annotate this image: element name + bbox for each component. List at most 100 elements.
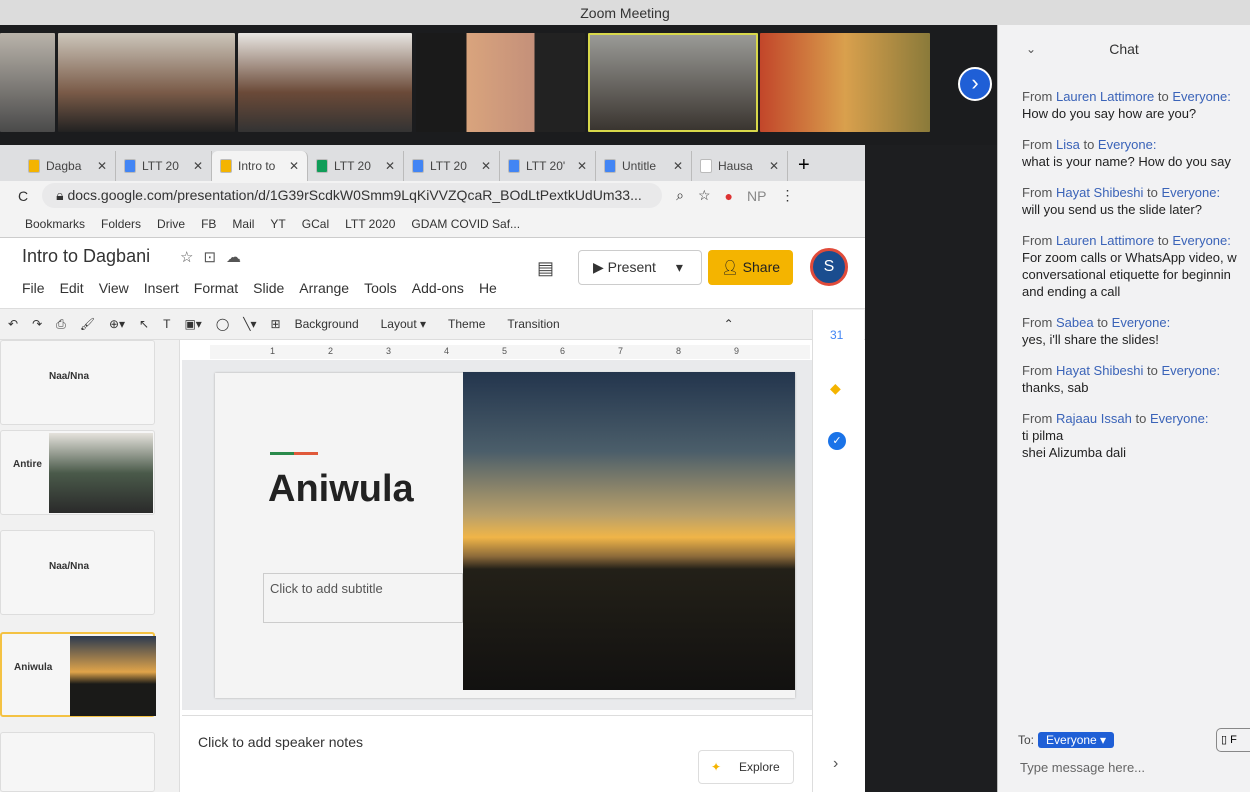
undo-icon[interactable]: ↶ [8, 317, 18, 331]
calendar-icon[interactable]: 31 [830, 328, 843, 342]
url-field[interactable]: 🔒︎ docs.google.com/presentation/d/1G39rS… [42, 183, 663, 208]
line-icon[interactable]: ╲▾ [243, 317, 256, 331]
star-icon[interactable]: ☆ [180, 249, 203, 266]
shape-icon[interactable]: ◯ [216, 317, 229, 331]
tasks-icon[interactable]: ✓ [828, 432, 846, 450]
speaker-notes-placeholder[interactable]: Click to add speaker notes [198, 734, 363, 750]
menu-item[interactable]: Arrange [299, 280, 349, 296]
expand-panel-icon[interactable]: › [833, 755, 838, 773]
browser-tab[interactable]: LTT 20 ✕ [116, 151, 212, 181]
move-folder-icon[interactable]: ⊡ [203, 249, 226, 266]
caret-down-icon[interactable]: ▾ [676, 259, 683, 275]
bookmark-item[interactable]: Mail [232, 217, 254, 231]
new-tab-button[interactable]: + [788, 154, 820, 181]
redo-icon[interactable]: ↷ [32, 317, 42, 331]
bookmark-item[interactable]: GCal [302, 217, 329, 231]
new-comment-icon[interactable]: ⊞ [271, 317, 281, 331]
menu-item[interactable]: File [22, 280, 45, 296]
bookmark-item[interactable]: YT [270, 217, 285, 231]
participant-video[interactable] [0, 33, 55, 132]
zoom-icon[interactable]: ⊕▾ [109, 317, 125, 331]
slide-thumbnail[interactable]: Aniwula [0, 632, 156, 717]
menu-item[interactable]: View [99, 280, 129, 296]
browser-tab[interactable]: Intro to ✕ [212, 151, 308, 181]
chevron-down-icon[interactable]: ⌄ [1026, 25, 1036, 73]
participant-video[interactable] [58, 33, 235, 132]
bookmark-item[interactable]: Bookmarks [25, 217, 85, 231]
menu-item[interactable]: Tools [364, 280, 397, 296]
zoom-icon[interactable]: ⌕ [676, 187, 684, 204]
star-icon[interactable]: ☆ [698, 187, 711, 204]
menu-item[interactable]: Add-ons [412, 280, 464, 296]
close-tab-icon[interactable]: ✕ [577, 159, 587, 173]
subtitle-placeholder[interactable]: Click to add subtitle [263, 573, 463, 623]
menu-item[interactable]: Format [194, 280, 238, 296]
close-tab-icon[interactable]: ✕ [481, 159, 491, 173]
participant-video[interactable] [760, 33, 930, 132]
close-tab-icon[interactable]: ✕ [193, 159, 203, 173]
next-page-button[interactable]: › [958, 67, 992, 101]
bookmark-item[interactable]: FB [201, 217, 216, 231]
browser-tab[interactable]: Hausa ✕ [692, 151, 788, 181]
textbox-icon[interactable]: T [163, 317, 170, 331]
menu-item[interactable]: Edit [60, 280, 84, 296]
bookmark-item[interactable]: Folders [101, 217, 141, 231]
slide-title[interactable]: Aniwula [268, 468, 414, 511]
slides-icon [220, 159, 232, 173]
collapse-icon[interactable]: ⌃ [724, 317, 734, 331]
browser-tab[interactable]: LTT 20' ✕ [500, 151, 596, 181]
browser-tab[interactable]: Untitle ✕ [596, 151, 692, 181]
bookmark-item[interactable]: GDAM COVID Saf... [411, 217, 520, 231]
menu-item[interactable]: He [479, 280, 497, 296]
present-button[interactable]: ▶ Present ▾ [578, 250, 702, 285]
reload-icon[interactable]: C [18, 188, 28, 204]
file-button[interactable]: ▯ F [1216, 728, 1250, 752]
participant-video[interactable] [416, 33, 585, 132]
keep-icon[interactable]: ◆ [830, 380, 841, 397]
toolbar-button[interactable]: Theme [448, 317, 485, 331]
share-button[interactable]: 👤︎ Share [708, 250, 793, 285]
print-icon[interactable]: ⎙ [56, 317, 66, 332]
sunset-image[interactable] [463, 372, 795, 690]
toolbar-button[interactable]: Layout ▾ [381, 317, 426, 331]
browser-tab[interactable]: Dagba ✕ [20, 151, 116, 181]
paint-format-icon[interactable]: 🖌︎ [80, 317, 95, 331]
np-extension[interactable]: NP [747, 188, 766, 204]
thumbnail-title: Naa/Nna [49, 561, 90, 572]
ruler: 1 2 3 4 5 6 7 8 9 [210, 345, 810, 359]
menu-icon[interactable]: ⋮ [780, 187, 794, 204]
close-tab-icon[interactable]: ✕ [289, 159, 299, 173]
slide-thumbnail[interactable] [0, 732, 155, 792]
participant-video[interactable] [238, 33, 412, 132]
recipient-dropdown[interactable]: Everyone ▾ [1038, 732, 1115, 748]
close-tab-icon[interactable]: ✕ [97, 159, 107, 173]
avatar[interactable]: S [810, 248, 848, 286]
menu-item[interactable]: Slide [253, 280, 284, 296]
bookmark-item[interactable]: LTT 2020 [345, 217, 395, 231]
ruler-tick: 2 [328, 346, 334, 356]
slide-thumbnail[interactable]: Antire [0, 430, 155, 515]
bookmark-item[interactable]: Drive [157, 217, 185, 231]
message-input[interactable]: Type message here... [1020, 760, 1145, 775]
close-tab-icon[interactable]: ✕ [385, 159, 395, 173]
toolbar-button[interactable]: Transition [507, 317, 559, 331]
ruler-tick: 3 [386, 346, 392, 356]
message-text: thanks, sab [1022, 380, 1089, 395]
slide-thumbnail[interactable]: Naa/Nna [0, 530, 155, 615]
select-icon[interactable]: ↖ [139, 317, 149, 331]
participant-video-active-speaker[interactable] [588, 33, 758, 132]
comment-icon[interactable]: ▤ [537, 258, 554, 279]
toolbar-button[interactable]: Background [295, 317, 359, 331]
close-tab-icon[interactable]: ✕ [673, 159, 683, 173]
close-tab-icon[interactable]: ✕ [769, 159, 779, 173]
browser-tab[interactable]: LTT 20 ✕ [404, 151, 500, 181]
menu-item[interactable]: Insert [144, 280, 179, 296]
browser-tab[interactable]: LTT 20 ✕ [308, 151, 404, 181]
adblock-icon[interactable]: ● [725, 188, 733, 204]
from-word: From [1022, 315, 1053, 330]
slide-thumbnail[interactable]: Naa/Nna [0, 340, 155, 425]
cloud-icon[interactable]: ☁ [226, 249, 251, 266]
explore-button[interactable]: ✦ Explore [698, 750, 794, 784]
image-icon[interactable]: ▣▾ [184, 317, 201, 331]
document-title[interactable]: Intro to Dagbani [22, 246, 150, 267]
